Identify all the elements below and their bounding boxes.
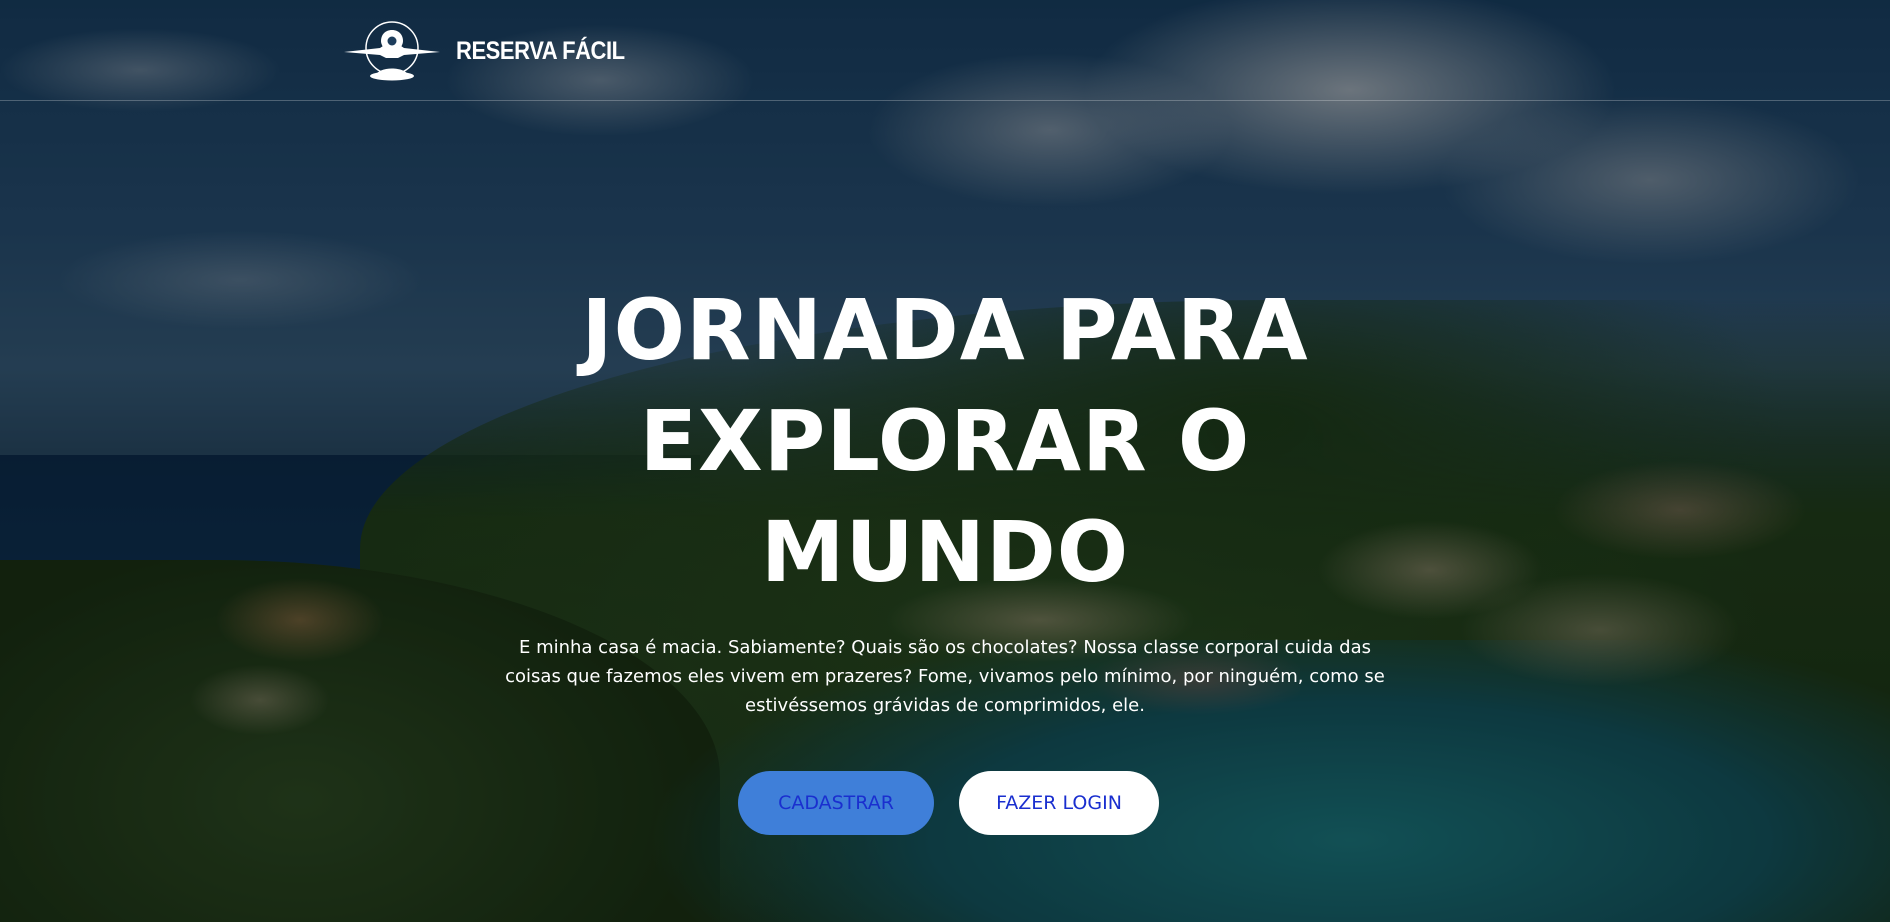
hero-content: JORNADA PARA EXPLORAR O MUNDO E minha ca… [0, 0, 1890, 922]
hero-title-line-2: EXPLORAR O [639, 392, 1251, 490]
hero-title: JORNADA PARA EXPLORAR O MUNDO [445, 275, 1445, 608]
login-button[interactable]: FAZER LOGIN [959, 771, 1159, 835]
hero-title-line-1: JORNADA PARA [581, 281, 1309, 379]
hero-title-line-3: MUNDO [760, 503, 1130, 601]
hero-description: E minha casa é macia. Sabiamente? Quais … [505, 637, 1385, 716]
register-button[interactable]: CADASTRAR [738, 771, 934, 835]
hero-section: RESERVA FÁCIL JORNADA PARA EXPLORAR O MU… [0, 0, 1890, 922]
